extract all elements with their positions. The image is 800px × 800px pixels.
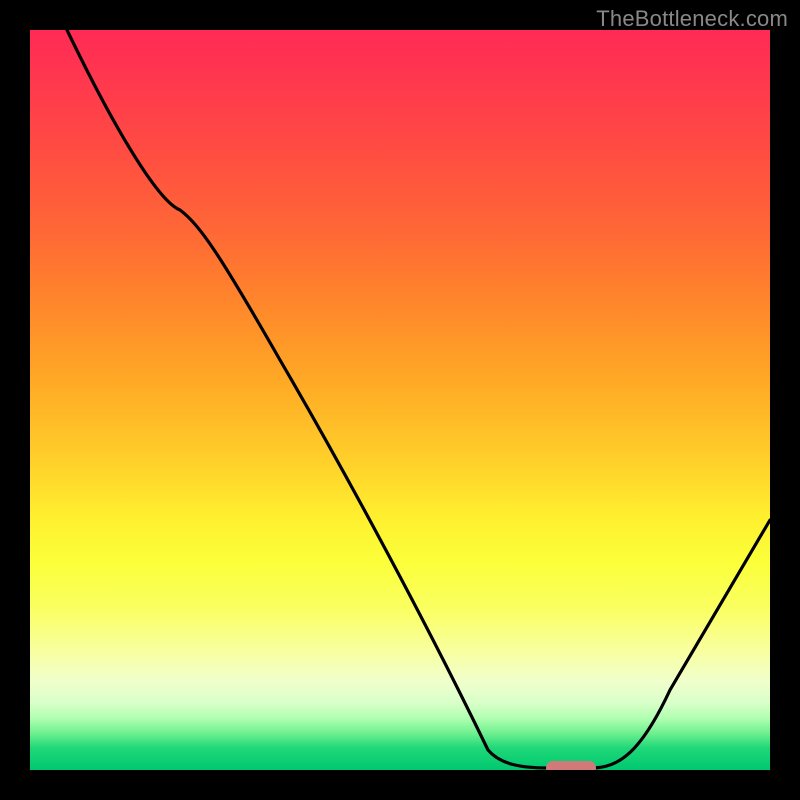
curve-svg — [30, 30, 770, 770]
watermark-text: TheBottleneck.com — [596, 6, 788, 32]
chart-container: TheBottleneck.com — [0, 0, 800, 800]
plot-area — [30, 30, 770, 770]
optimal-marker — [546, 761, 596, 770]
bottleneck-curve — [67, 30, 770, 768]
